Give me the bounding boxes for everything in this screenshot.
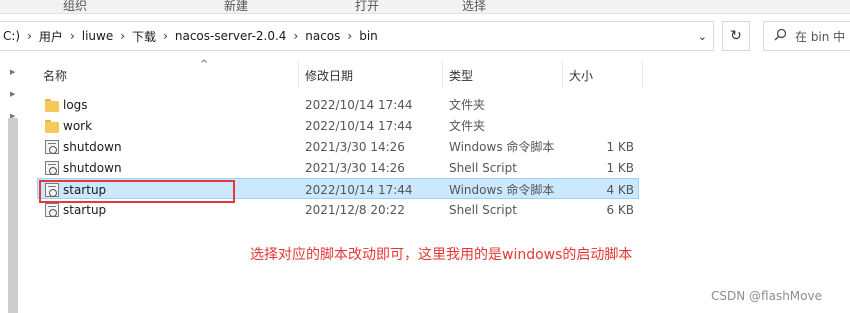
search-placeholder: 在 bin 中: [795, 29, 846, 44]
address-history-dropdown-icon[interactable]: ⌄: [698, 30, 707, 43]
file-row-work[interactable]: work 2022/10/14 17:44 文件夹: [37, 115, 639, 136]
nav-scrollbar-thumb[interactable]: [8, 118, 18, 313]
search-input[interactable]: 在 bin 中: [763, 21, 850, 51]
file-size: 4 KB: [606, 182, 634, 197]
file-modified: 2021/12/8 20:22: [305, 202, 405, 217]
address-bar-row: C:) › 用户 › liuwe › 下载 › nacos-server-2.0…: [0, 17, 850, 55]
ribbon-group-labels: 组织 新建 打开 选择: [0, 0, 850, 14]
breadcrumb-bin[interactable]: bin: [359, 29, 378, 43]
file-name: startup: [63, 202, 107, 217]
file-size: 6 KB: [606, 202, 634, 217]
column-size[interactable]: 大小: [563, 62, 643, 88]
file-name: logs: [63, 97, 88, 112]
column-modified-label: 修改日期: [305, 68, 354, 83]
breadcrumb-separator-icon[interactable]: ›: [120, 29, 125, 43]
ribbon-group-new[interactable]: 新建: [224, 0, 248, 14]
address-bar[interactable]: C:) › 用户 › liuwe › 下载 › nacos-server-2.0…: [0, 21, 714, 51]
file-type: Windows 命令脚本: [449, 183, 555, 197]
folder-icon: [45, 98, 59, 112]
column-header: ^ 名称 修改日期 类型 大小: [37, 59, 647, 88]
file-modified: 2021/3/30 14:26: [305, 160, 405, 175]
breadcrumb: C:) › 用户 › liuwe › 下载 › nacos-server-2.0…: [3, 22, 378, 50]
column-name[interactable]: 名称: [37, 62, 299, 88]
script-file-icon: [45, 160, 59, 175]
file-name: shutdown: [63, 139, 122, 154]
column-type[interactable]: 类型: [443, 62, 563, 88]
ribbon-group-organize[interactable]: 组织: [63, 0, 87, 14]
breadcrumb-drive[interactable]: C:): [3, 29, 20, 43]
file-modified: 2022/10/14 17:44: [305, 182, 413, 197]
file-modified: 2022/10/14 17:44: [305, 118, 413, 133]
watermark: CSDN @flashMove: [711, 289, 822, 303]
breadcrumb-users[interactable]: 用户: [39, 28, 63, 45]
file-size: 1 KB: [606, 139, 634, 154]
ribbon-group-open[interactable]: 打开: [355, 0, 379, 14]
refresh-icon: ↻: [730, 28, 742, 44]
refresh-button[interactable]: ↻: [722, 21, 750, 51]
file-size: 1 KB: [606, 160, 634, 175]
breadcrumb-nacos[interactable]: nacos: [305, 29, 340, 43]
file-type: Shell Script: [449, 202, 517, 217]
ribbon-group-select[interactable]: 选择: [462, 0, 486, 14]
breadcrumb-separator-icon[interactable]: ›: [347, 29, 352, 43]
file-modified: 2021/3/30 14:26: [305, 139, 405, 154]
file-modified: 2022/10/14 17:44: [305, 97, 413, 112]
file-row-shutdown-sh[interactable]: shutdown 2021/3/30 14:26 Shell Script 1 …: [37, 157, 639, 178]
file-type: Windows 命令脚本: [449, 140, 555, 154]
column-modified[interactable]: 修改日期: [299, 62, 443, 88]
column-size-label: 大小: [569, 68, 594, 83]
script-file-icon: [45, 139, 59, 154]
file-row-shutdown-cmd[interactable]: shutdown 2021/3/30 14:26 Windows 命令脚本 1 …: [37, 136, 639, 157]
file-type: 文件夹: [449, 98, 486, 112]
column-type-label: 类型: [449, 68, 474, 83]
file-name: shutdown: [63, 160, 122, 175]
nav-expand-arrow-icon[interactable]: ▶: [10, 90, 15, 98]
file-row-logs[interactable]: logs 2022/10/14 17:44 文件夹: [37, 94, 639, 115]
breadcrumb-separator-icon[interactable]: ›: [163, 29, 168, 43]
breadcrumb-liuwe[interactable]: liuwe: [82, 29, 113, 43]
column-name-label: 名称: [43, 68, 68, 83]
nav-expand-arrow-icon[interactable]: ▶: [10, 68, 15, 76]
search-icon: [774, 28, 787, 44]
breadcrumb-separator-icon[interactable]: ›: [293, 29, 298, 43]
folder-icon: [45, 119, 59, 133]
breadcrumb-separator-icon[interactable]: ›: [70, 29, 75, 43]
breadcrumb-downloads[interactable]: 下载: [132, 28, 156, 45]
file-name: work: [63, 118, 93, 133]
file-type: 文件夹: [449, 119, 486, 133]
breadcrumb-separator-icon[interactable]: ›: [27, 29, 32, 43]
file-type: Shell Script: [449, 160, 517, 175]
annotation-text: 选择对应的脚本改动即可，这里我用的是windows的启动脚本: [250, 247, 633, 263]
breadcrumb-nacos-server[interactable]: nacos-server-2.0.4: [175, 29, 287, 43]
annotation-highlight-box: [39, 180, 235, 203]
script-file-icon: [45, 202, 59, 217]
